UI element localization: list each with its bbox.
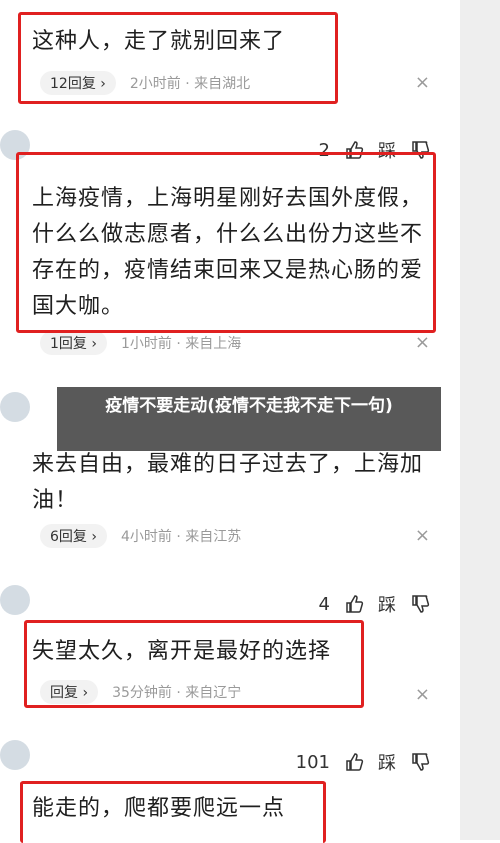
comment-text-4: 失望太久，离开是最好的选择 bbox=[32, 639, 332, 664]
dislike-label-5: 踩 bbox=[378, 753, 396, 774]
comment-text-2: 上海疫情，上海明星刚好去国外度假，什么么做志愿者，什么么出份力这些不存在的，疫情… bbox=[32, 186, 424, 319]
close-icon[interactable]: × bbox=[415, 72, 430, 93]
comment-actions-4: 4 踩 bbox=[319, 591, 430, 617]
dislike-label-2: 踩 bbox=[378, 141, 396, 162]
title-caption-overlay: 疫情不要走动(疫情不走我不走下一句) bbox=[57, 387, 441, 451]
avatar bbox=[0, 392, 30, 422]
comment-time-location-3: 4小时前 · 来自江苏 bbox=[120, 529, 242, 545]
comment-time-location-4: 35分钟前 · 来自辽宁 bbox=[112, 685, 242, 701]
comment-meta-1: 12回复 › 2小时前 · 来自湖北 bbox=[40, 71, 250, 95]
comment-text-3: 来去自由，最难的日子过去了，上海加油！ bbox=[32, 452, 424, 513]
avatar bbox=[0, 740, 30, 770]
close-icon[interactable]: × bbox=[415, 684, 430, 705]
comment-meta-3: 6回复 › 4小时前 · 来自江苏 bbox=[40, 524, 241, 548]
dislike-icon[interactable] bbox=[410, 140, 430, 160]
like-icon[interactable] bbox=[344, 140, 364, 160]
close-icon[interactable]: × bbox=[415, 525, 430, 546]
avatar bbox=[0, 130, 30, 160]
comment-time-location-1: 2小时前 · 来自湖北 bbox=[129, 76, 251, 92]
dislike-icon[interactable] bbox=[410, 752, 430, 772]
reply-button-1[interactable]: 12回复 › bbox=[40, 71, 116, 95]
like-count-2: 2 bbox=[318, 139, 330, 161]
comment-meta-2: 1回复 › 1小时前 · 来自上海 bbox=[40, 331, 241, 355]
like-icon[interactable] bbox=[344, 594, 364, 614]
comment-actions-2: 2 踩 bbox=[319, 137, 430, 163]
comment-text-5: 能走的，爬都要爬远一点 bbox=[32, 796, 286, 821]
comment-meta-4: 回复 › 35分钟前 · 来自辽宁 bbox=[40, 680, 241, 704]
reply-button-2[interactable]: 1回复 › bbox=[40, 331, 107, 355]
like-count-4: 4 bbox=[318, 593, 330, 615]
reply-button-4[interactable]: 回复 › bbox=[40, 680, 99, 704]
close-icon[interactable]: × bbox=[415, 332, 430, 353]
right-background-strip bbox=[460, 0, 500, 840]
dislike-icon[interactable] bbox=[410, 594, 430, 614]
comment-time-location-2: 1小时前 · 来自上海 bbox=[120, 336, 242, 352]
like-count-5: 101 bbox=[295, 751, 330, 773]
comment-actions-5: 101 踩 bbox=[296, 749, 430, 775]
like-icon[interactable] bbox=[344, 752, 364, 772]
reply-button-3[interactable]: 6回复 › bbox=[40, 524, 107, 548]
dislike-label-4: 踩 bbox=[378, 595, 396, 616]
avatar bbox=[0, 585, 30, 615]
comment-text-1: 这种人，走了就别回来了 bbox=[32, 29, 286, 54]
